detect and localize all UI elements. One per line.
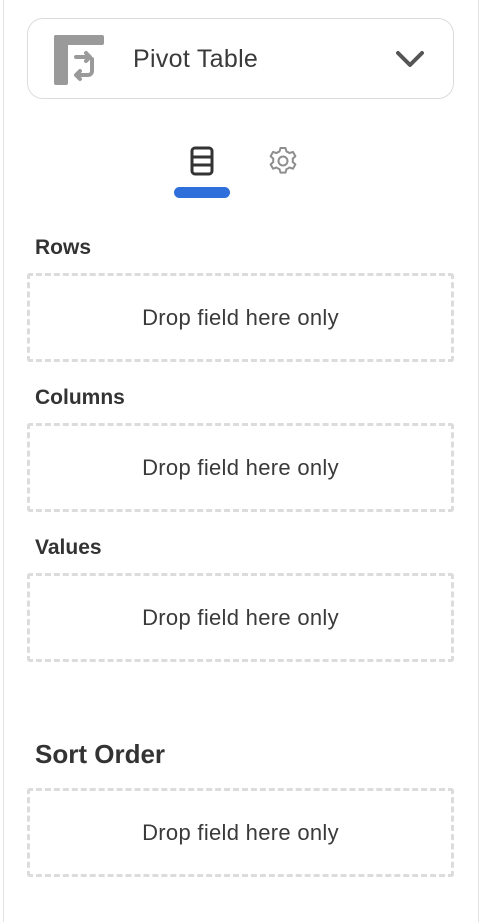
values-label: Values [35, 536, 102, 559]
pivot-table-icon [54, 35, 104, 85]
settings-sidebar: Pivot Table Rows Drop field here only Co… [3, 0, 479, 922]
panel-tabs [4, 140, 478, 200]
active-tab-indicator [174, 187, 230, 198]
sort-order-label: Sort Order [35, 739, 166, 769]
visualization-label: Pivot Table [133, 45, 259, 73]
columns-label: Columns [35, 386, 125, 409]
values-drop-zone[interactable]: Drop field here only [27, 573, 454, 662]
rows-drop-zone[interactable]: Drop field here only [27, 273, 454, 362]
tab-fields[interactable] [174, 140, 230, 198]
fields-icon [190, 146, 214, 176]
chevron-down-icon[interactable] [395, 49, 425, 69]
gear-icon[interactable] [266, 144, 300, 178]
rows-label: Rows [35, 236, 92, 259]
visualization-select[interactable]: Pivot Table [27, 18, 454, 99]
sort-order-drop-zone[interactable]: Drop field here only [27, 788, 454, 877]
columns-drop-zone[interactable]: Drop field here only [27, 423, 454, 512]
